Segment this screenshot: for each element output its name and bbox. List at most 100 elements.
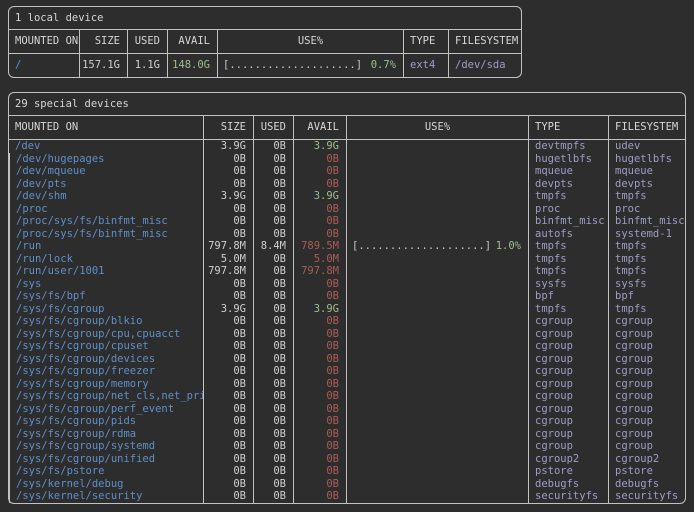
filesystem-device: hugetlbfs — [608, 153, 685, 166]
fs-type: cgroup — [528, 340, 608, 353]
used-value: 0B — [253, 315, 293, 328]
size-value: 0B — [203, 440, 253, 453]
size-value: 0B — [203, 328, 253, 341]
local-devices-table: 1 local device MOUNTED ONSIZEUSEDAVAILUS… — [8, 6, 522, 78]
fs-type: hugetlbfs — [528, 153, 608, 166]
use-percent-cell — [346, 415, 528, 428]
fs-type: cgroup — [528, 378, 608, 391]
mount-point: /sys/kernel/debug — [9, 478, 203, 491]
size-value: 0B — [203, 415, 253, 428]
fs-type: sysfs — [528, 278, 608, 291]
local-devices-rows: /157.1G1.1G148.0G[....................]0… — [9, 54, 521, 77]
fs-type: mqueue — [528, 165, 608, 178]
avail-value: 148.0G — [167, 54, 217, 77]
filesystem-device: cgroup — [608, 340, 685, 353]
special-devices-header: MOUNTED ONSIZEUSEDAVAILUSE%TYPEFILESYSTE… — [9, 116, 685, 140]
mount-point: /sys/fs/cgroup/unified — [9, 453, 203, 466]
size-value: 5.0M — [203, 253, 253, 266]
fs-type: tmpfs — [528, 240, 608, 253]
use-percent-cell — [346, 228, 528, 241]
size-value: 3.9G — [203, 140, 253, 153]
filesystem-device: tmpfs — [608, 240, 685, 253]
size-value: 0B — [203, 478, 253, 491]
used-value: 0B — [253, 303, 293, 316]
use-percent-cell — [346, 390, 528, 403]
filesystem-device: cgroup — [608, 353, 685, 366]
fs-type: cgroup — [528, 428, 608, 441]
use-percent-cell — [346, 215, 528, 228]
avail-value: 0B — [293, 165, 346, 178]
size-value: 0B — [203, 315, 253, 328]
avail-value: 0B — [293, 465, 346, 478]
filesystem-device: devpts — [608, 178, 685, 191]
filesystem-device: cgroup — [608, 390, 685, 403]
mount-point: /sys/fs/cgroup/blkio — [9, 315, 203, 328]
used-value: 0B — [253, 340, 293, 353]
use-percent-cell — [346, 340, 528, 353]
used-value: 0B — [253, 465, 293, 478]
used-value: 0B — [253, 365, 293, 378]
fs-type: proc — [528, 203, 608, 216]
filesystem-device: cgroup — [608, 365, 685, 378]
fs-type: cgroup — [528, 315, 608, 328]
fs-type: cgroup — [528, 365, 608, 378]
use-percent-cell — [346, 165, 528, 178]
size-value: 0B — [203, 215, 253, 228]
filesystem-device: udev — [608, 140, 685, 153]
avail-value: 0B — [293, 353, 346, 366]
usage-percent: 1.0% — [496, 240, 521, 253]
used-value: 0B — [253, 153, 293, 166]
avail-value: 0B — [293, 153, 346, 166]
size-value: 0B — [203, 228, 253, 241]
filesystem-device: tmpfs — [608, 190, 685, 203]
filesystem-device: tmpfs — [608, 265, 685, 278]
used-value: 0B — [253, 178, 293, 191]
avail-value: 0B — [293, 378, 346, 391]
used-value: 0B — [253, 165, 293, 178]
use-percent-cell — [346, 353, 528, 366]
avail-value: 0B — [293, 440, 346, 453]
avail-value: 0B — [293, 215, 346, 228]
mount-point: /sys/fs/cgroup — [9, 303, 203, 316]
filesystem-device: binfmt_misc — [608, 215, 685, 228]
fs-type: devpts — [528, 178, 608, 191]
mount-point: / — [9, 54, 79, 77]
header-col-mounted-on: MOUNTED ON — [9, 30, 79, 53]
mount-point: /run/user/1001 — [9, 265, 203, 278]
mount-point: /proc — [9, 203, 203, 216]
used-value: 0B — [253, 453, 293, 466]
fs-type: tmpfs — [528, 253, 608, 266]
filesystem-device: systemd-1 — [608, 228, 685, 241]
size-value: 797.8M — [203, 240, 253, 253]
fs-type: binfmt_misc — [528, 215, 608, 228]
use-percent-cell — [346, 140, 528, 153]
used-value: 0B — [253, 328, 293, 341]
use-percent-cell — [346, 478, 528, 491]
used-value: 0B — [253, 278, 293, 291]
use-percent-cell — [346, 428, 528, 441]
used-value: 0B — [253, 215, 293, 228]
avail-value: 0B — [293, 403, 346, 416]
filesystem-device: cgroup — [608, 415, 685, 428]
avail-value: 0B — [293, 328, 346, 341]
used-value: 0B — [253, 478, 293, 491]
use-percent-cell — [346, 453, 528, 466]
filesystem-device: cgroup — [608, 328, 685, 341]
used-value: 0B — [253, 403, 293, 416]
avail-value: 5.0M — [293, 253, 346, 266]
header-col-used: USED — [127, 30, 167, 53]
avail-value: 797.8M — [293, 265, 346, 278]
header-col-avail: AVAIL — [167, 30, 217, 53]
size-value: 3.9G — [203, 190, 253, 203]
size-value: 0B — [203, 353, 253, 366]
header-col-filesystem: FILESYSTEM — [448, 30, 521, 53]
use-percent-cell — [346, 178, 528, 191]
use-percent-cell — [346, 278, 528, 291]
header-col-type: TYPE — [528, 116, 608, 139]
header-col-size: SIZE — [79, 30, 127, 53]
used-value: 0B — [253, 353, 293, 366]
mount-point: /dev/pts — [9, 178, 203, 191]
size-value: 0B — [203, 403, 253, 416]
used-value: 0B — [253, 378, 293, 391]
mount-point: /sys/fs/cgroup/pids — [9, 415, 203, 428]
